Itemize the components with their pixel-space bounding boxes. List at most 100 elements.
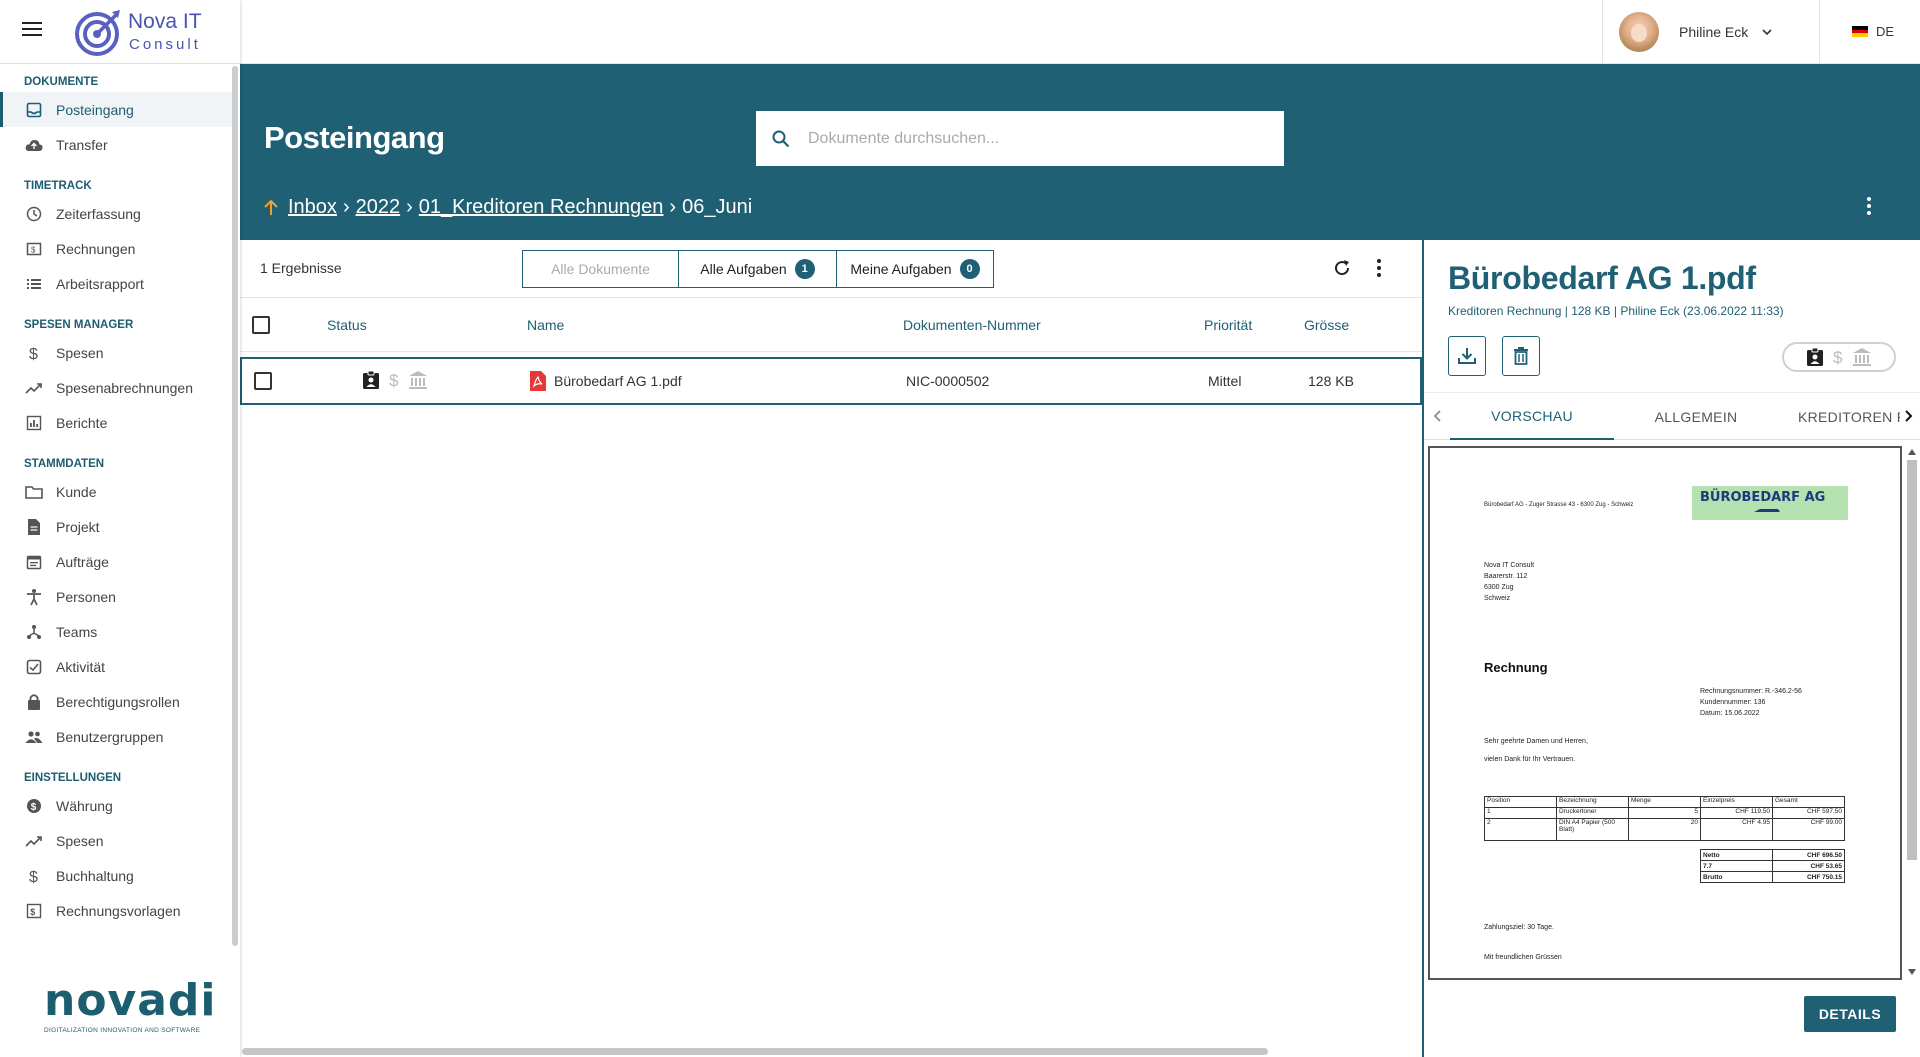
workflow-status[interactable]: $ xyxy=(1782,342,1896,372)
refresh-icon[interactable] xyxy=(1332,258,1352,278)
search-input[interactable] xyxy=(808,129,1248,148)
sidebar-item-spesen[interactable]: Spesen xyxy=(0,823,232,858)
document-preview[interactable]: Bürobedarf AG - Zuger Strasse 43 - 6300 … xyxy=(1428,446,1902,980)
sidebar-item-benutzergruppen[interactable]: Benutzergruppen xyxy=(0,719,232,754)
svg-text:$: $ xyxy=(31,802,37,813)
buerobedarf-logo: BÜROBEDARF AG xyxy=(1692,486,1848,520)
scrollbar-thumb[interactable] xyxy=(1907,460,1917,860)
nav-section-title: EINSTELLUNGEN xyxy=(24,772,122,784)
sidebar-item-währung[interactable]: $ Währung xyxy=(0,788,232,823)
arrow-up-icon[interactable] xyxy=(262,199,280,217)
logo-subtitle: Consult xyxy=(129,36,201,53)
sidebar-nav: DOKUMENTE Posteingang Transfer TIMETRACK Zei… xyxy=(0,64,232,954)
filter-label: Meine Aufgaben xyxy=(850,261,952,277)
filter-all-tasks[interactable]: Alle Aufgaben 1 xyxy=(679,251,837,287)
more-vert-icon[interactable] xyxy=(1866,196,1872,216)
novadi-logo: novadi xyxy=(44,975,217,1026)
sidebar-item-label: Buchhaltung xyxy=(56,867,134,884)
details-button[interactable]: DETAILS xyxy=(1804,996,1896,1032)
sidebar-item-transfer[interactable]: Transfer xyxy=(0,127,232,162)
breadcrumb-2022[interactable]: 2022 xyxy=(356,196,401,219)
inbox-icon xyxy=(24,100,44,120)
invoice-cell: DIN A4 Papier (500 Blatt) xyxy=(1556,818,1629,841)
page-header: Posteingang Inbox › 2022 › 01_Kreditoren… xyxy=(240,64,1920,240)
user-menu[interactable]: Philine Eck xyxy=(1602,0,1820,64)
sidebar-item-teams[interactable]: Teams xyxy=(0,614,232,649)
column-priority[interactable]: Priorität xyxy=(1204,317,1252,333)
filter-label: Alle Dokumente xyxy=(551,261,650,277)
invoice-meta-line: Rechnungsnummer: R.-346.2-56 xyxy=(1700,688,1802,695)
breadcrumb-inbox[interactable]: Inbox xyxy=(288,196,337,219)
activity-icon xyxy=(24,657,44,677)
bank-icon xyxy=(409,371,427,389)
invoice-meta-line: Datum: 15.06.2022 xyxy=(1700,710,1760,717)
total-label: Netto xyxy=(1700,849,1773,861)
trending-icon xyxy=(24,831,44,851)
sidebar-scrollbar[interactable] xyxy=(232,66,238,946)
sidebar-item-buchhaltung[interactable]: $ Buchhaltung xyxy=(0,858,232,893)
hierarchy-icon xyxy=(24,622,44,642)
breadcrumb-kreditoren[interactable]: 01_Kreditoren Rechnungen xyxy=(419,196,664,219)
total-value: CHF 750.15 xyxy=(1772,871,1845,883)
tab-vorschau[interactable]: VORSCHAU xyxy=(1450,393,1614,440)
invoice-icon: $ xyxy=(24,239,44,259)
horizontal-scrollbar[interactable] xyxy=(242,1048,1268,1055)
nav-section-title: SPESEN MANAGER xyxy=(24,319,134,331)
sidebar-item-posteingang[interactable]: Posteingang xyxy=(0,92,232,127)
cloud-upload-icon xyxy=(24,135,44,155)
sidebar-item-projekt[interactable]: Projekt xyxy=(0,509,232,544)
column-name[interactable]: Name xyxy=(527,317,564,333)
chevron-right-icon[interactable] xyxy=(1902,407,1914,425)
sidebar-item-berichte[interactable]: Berichte xyxy=(0,405,232,440)
row-name[interactable]: Bürobedarf AG 1.pdf xyxy=(554,373,682,389)
sidebar-item-berechtigungsrollen[interactable]: Berechtigungsrollen xyxy=(0,684,232,719)
recipient-line: 6300 Zug xyxy=(1484,584,1514,591)
tab-kreditoren[interactable]: KREDITOREN R xyxy=(1778,393,1900,440)
sidebar-item-aufträge[interactable]: Aufträge xyxy=(0,544,232,579)
language-selector[interactable]: DE xyxy=(1851,24,1894,39)
select-all-checkbox[interactable] xyxy=(252,316,270,334)
sidebar-item-personen[interactable]: Personen xyxy=(0,579,232,614)
filter-my-tasks[interactable]: Meine Aufgaben 0 xyxy=(837,251,993,287)
sidebar-item-label: Berechtigungsrollen xyxy=(56,693,180,710)
table-row[interactable]: $ Bürobedarf AG 1.pdf NIC-0000502 Mittel… xyxy=(240,357,1422,405)
breadcrumb-current: 06_Juni xyxy=(682,196,753,218)
lock-icon xyxy=(24,692,44,712)
filter-group: Alle Dokumente Alle Aufgaben 1 Meine Auf… xyxy=(522,250,994,288)
more-vert-icon[interactable] xyxy=(1376,258,1382,278)
scroll-down-icon[interactable] xyxy=(1907,968,1917,976)
filter-all-documents[interactable]: Alle Dokumente xyxy=(523,251,679,287)
invoice-th: Gesamt xyxy=(1772,796,1845,808)
sidebar-item-label: Teams xyxy=(56,623,98,640)
invoice-cell: 1 xyxy=(1484,807,1557,819)
sidebar-item-kunde[interactable]: Kunde xyxy=(0,474,232,509)
invoice-cell: CHF 119.50 xyxy=(1700,807,1773,819)
sidebar-item-label: Kunde xyxy=(56,483,97,500)
sidebar-item-spesen[interactable]: $ Spesen xyxy=(0,335,232,370)
column-size[interactable]: Grösse xyxy=(1304,317,1349,333)
delete-button[interactable] xyxy=(1502,336,1540,376)
sidebar-item-arbeitsrapport[interactable]: Arbeitsrapport xyxy=(0,266,232,301)
row-checkbox[interactable] xyxy=(254,372,272,390)
invoice-totals: Netto CHF 696.50 7.7 CHF 53.65 Brutto CH… xyxy=(1700,849,1845,883)
svg-text:$: $ xyxy=(389,371,399,390)
tab-allgemein[interactable]: ALLGEMEIN xyxy=(1614,393,1778,440)
menu-icon[interactable] xyxy=(22,22,42,42)
column-status[interactable]: Status xyxy=(327,317,367,333)
sidebar-item-rechnungen[interactable]: $ Rechnungen xyxy=(0,231,232,266)
sidebar-item-rechnungsvorlagen[interactable]: $ Rechnungsvorlagen xyxy=(0,893,232,928)
download-button[interactable] xyxy=(1448,336,1486,376)
stapler-icon xyxy=(1754,509,1780,512)
sidebar-item-zeiterfassung[interactable]: Zeiterfassung xyxy=(0,196,232,231)
invoice-cell: 2 xyxy=(1484,818,1557,841)
sidebar-item-aktivität[interactable]: Aktivität xyxy=(0,649,232,684)
preview-scrollbar[interactable] xyxy=(1904,446,1920,980)
template-icon: $ xyxy=(24,901,44,921)
sidebar-item-spesenabrechnungen[interactable]: Spesenabrechnungen xyxy=(0,370,232,405)
chevron-left-icon[interactable] xyxy=(1432,407,1444,425)
count-badge: 1 xyxy=(794,259,815,279)
nova-it-logo[interactable]: Nova IT Consult xyxy=(74,6,224,60)
column-document-number[interactable]: Dokumenten-Nummer xyxy=(903,317,1041,333)
nav-section-title: STAMMDATEN xyxy=(24,458,105,470)
scroll-up-icon[interactable] xyxy=(1907,448,1917,456)
